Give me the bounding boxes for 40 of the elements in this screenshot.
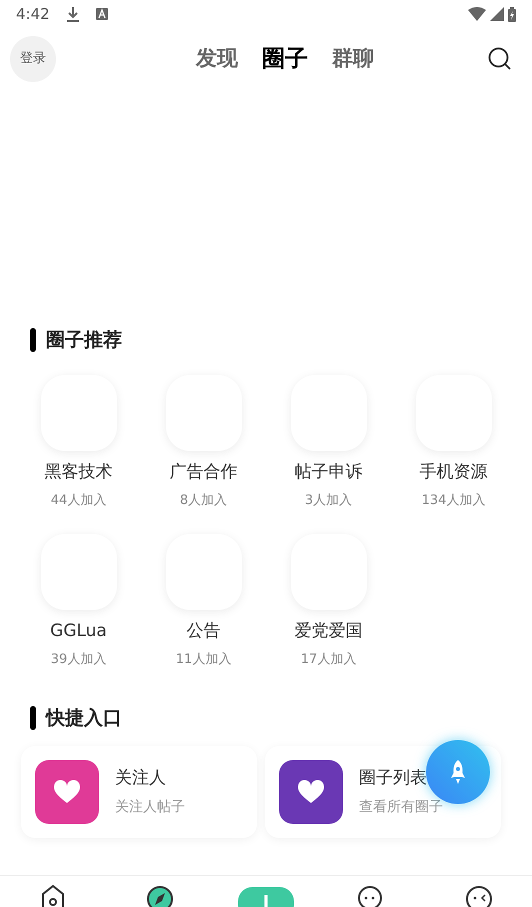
member-count: 44人加入 bbox=[50, 492, 106, 510]
face-icon[interactable] bbox=[464, 884, 494, 907]
heart-icon bbox=[297, 780, 325, 804]
member-count: 134人加入 bbox=[422, 492, 486, 510]
shortcut-card[interactable]: 关注人 关注人帖子 bbox=[21, 746, 257, 838]
signal-icon bbox=[490, 7, 504, 21]
tab[interactable]: 群聊 bbox=[324, 43, 382, 75]
section-marker bbox=[30, 706, 36, 730]
circle-name[interactable]: 黑客技术 bbox=[44, 460, 112, 482]
member-count: 39人加入 bbox=[50, 651, 106, 669]
section-marker bbox=[30, 328, 36, 352]
tab[interactable]: 发现 bbox=[188, 43, 246, 75]
wifi-icon bbox=[468, 7, 486, 21]
add-post-button[interactable] bbox=[238, 884, 294, 907]
shortcut-subtitle: 关注人帖子 bbox=[115, 798, 185, 818]
status-time: 4:42 bbox=[16, 4, 50, 25]
member-count: 3人加入 bbox=[304, 492, 352, 510]
shortcut-subtitle: 查看所有圈子 bbox=[359, 798, 443, 818]
rocket-icon bbox=[448, 759, 468, 785]
notification-icon bbox=[96, 8, 108, 20]
shortcut-title: 关注人 bbox=[115, 766, 167, 790]
member-count: 8人加入 bbox=[180, 492, 228, 510]
shortcut-title: 圈子列表 bbox=[359, 766, 428, 790]
member-count: 11人加入 bbox=[176, 651, 232, 669]
circle-name[interactable]: 广告合作 bbox=[170, 460, 238, 482]
member-count: 17人加入 bbox=[300, 651, 356, 669]
download-icon bbox=[66, 6, 80, 22]
circle-name[interactable]: 帖子申诉 bbox=[294, 460, 362, 482]
circle-name[interactable]: 手机资源 bbox=[420, 460, 488, 482]
tab[interactable]: 圈子 bbox=[254, 42, 316, 76]
circle-name[interactable]: 爱党爱国 bbox=[294, 620, 362, 642]
heart-icon bbox=[53, 780, 81, 804]
login-button[interactable]: 登录 bbox=[10, 36, 56, 82]
battery-icon bbox=[508, 6, 516, 22]
section-title: 圈子推荐 bbox=[46, 328, 122, 353]
circle-name[interactable]: 公告 bbox=[186, 620, 220, 642]
compass-icon[interactable] bbox=[146, 884, 174, 907]
section-title: 快捷入口 bbox=[46, 706, 122, 730]
circle-name[interactable]: GGLua bbox=[50, 620, 107, 642]
search-icon[interactable] bbox=[488, 47, 512, 71]
